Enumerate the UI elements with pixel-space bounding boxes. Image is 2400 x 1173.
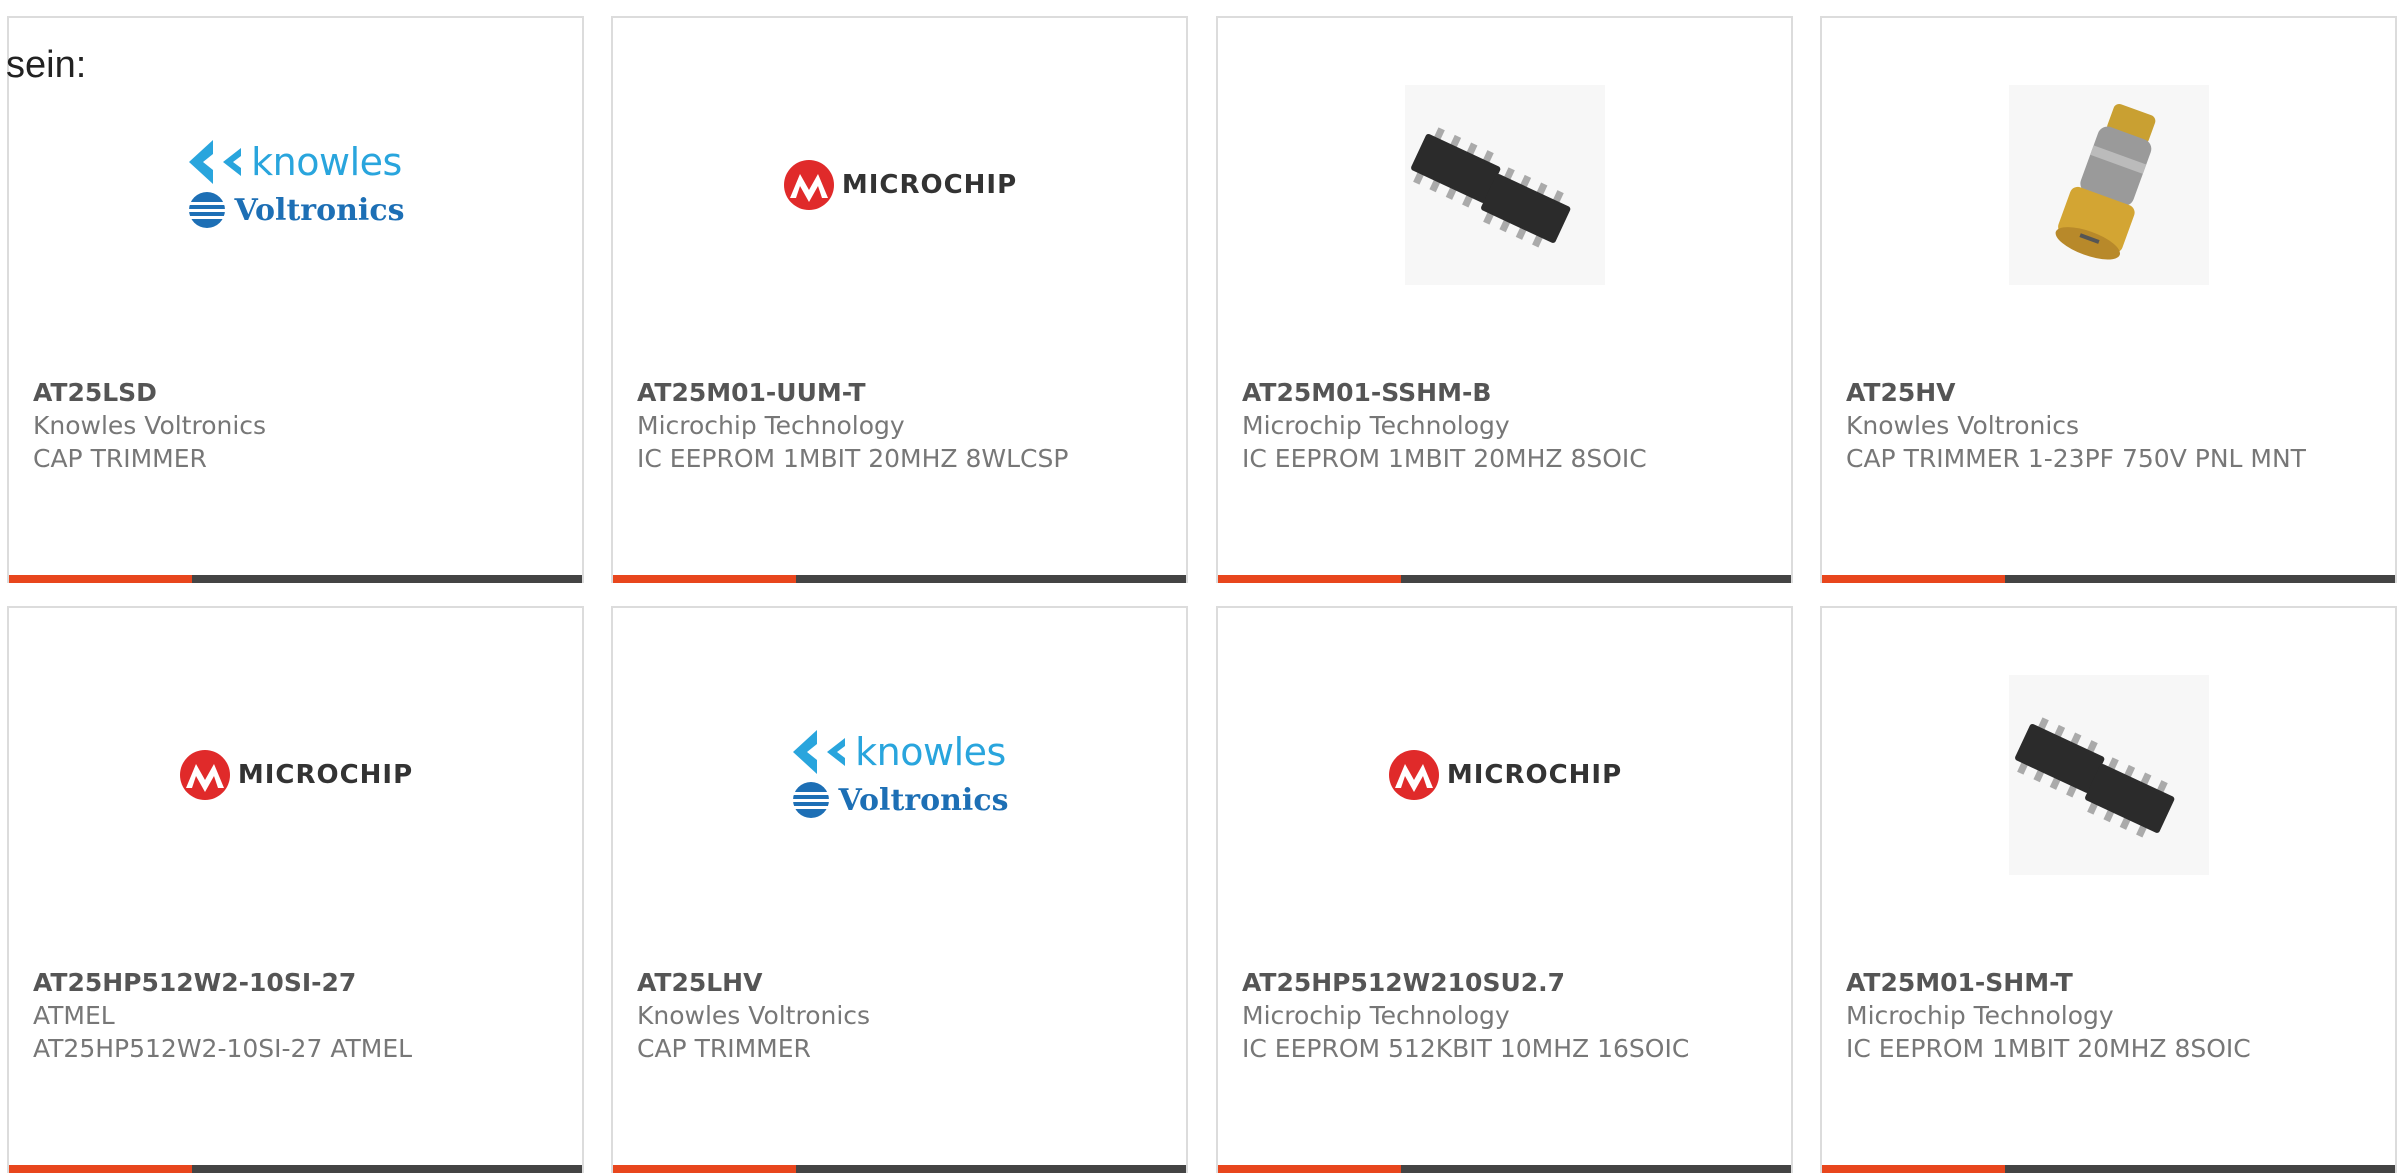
product-manufacturer: Microchip Technology [1242,1001,1510,1030]
product-info: AT25M01-SSHM-B Microchip Technology IC E… [1242,376,1712,475]
product-description: IC EEPROM 512KBIT 10MHZ 16SOIC [1242,1034,1690,1063]
product-description: CAP TRIMMER 1-23PF 750V PNL MNT [1846,444,2306,473]
product-image[interactable]: MICROCHIP [1388,670,1621,880]
product-image[interactable] [2004,670,2214,880]
card-bottom-bar [1218,575,1791,583]
product-card[interactable]: MICROCHIP AT25HP512W210SU2.7 Microchip T… [1216,606,1793,1173]
intro-text: sein: [6,44,87,86]
voltronics-globe-icon [792,782,829,818]
product-card[interactable]: MICROCHIP AT25M01-UUM-T Microchip Techno… [611,16,1188,583]
product-image[interactable] [2004,80,2214,290]
product-card[interactable]: AT25M01-SHM-T Microchip Technology IC EE… [1820,606,2397,1173]
knowles-chevrons-icon [189,140,242,184]
product-image[interactable]: knowles Voltronics [188,80,404,290]
product-grid: knowles Voltronics AT25LSD Knowles Voltr… [0,0,2400,1173]
soic-chip-photo [2008,675,2209,875]
card-accent-bar [1822,1165,2005,1173]
product-part-number[interactable]: AT25M01-UUM-T [637,376,1107,409]
product-info: AT25M01-SHM-T Microchip Technology IC EE… [1846,966,2316,1065]
product-manufacturer: Microchip Technology [1846,1001,2114,1030]
voltronics-globe-icon [188,192,225,228]
product-info: AT25LHV Knowles Voltronics CAP TRIMMER [637,966,1107,1065]
card-accent-bar [1822,575,2005,583]
product-manufacturer: Knowles Voltronics [33,411,267,440]
knowles-voltronics-logo: knowles Voltronics [791,730,1008,820]
product-info: AT25HV Knowles Voltronics CAP TRIMMER 1-… [1846,376,2316,475]
product-description: CAP TRIMMER [33,444,207,473]
product-card[interactable]: MICROCHIP AT25HP512W2-10SI-27 ATMEL AT25… [7,606,584,1173]
card-accent-bar [9,575,192,583]
product-card[interactable]: knowles Voltronics AT25LSD Knowles Voltr… [7,16,584,583]
card-bottom-bar [1822,1165,2395,1173]
product-description: IC EEPROM 1MBIT 20MHZ 8SOIC [1242,444,1647,473]
microchip-logo: MICROCHIP [178,748,413,802]
product-info: AT25HP512W210SU2.7 Microchip Technology … [1242,966,1712,1065]
card-bottom-bar [1822,575,2395,583]
product-part-number[interactable]: AT25M01-SHM-T [1846,966,2316,999]
product-part-number[interactable]: AT25LSD [33,376,503,409]
product-manufacturer: Microchip Technology [637,411,905,440]
product-part-number[interactable]: AT25HP512W2-10SI-27 [33,966,503,999]
microchip-logo: MICROCHIP [1387,748,1622,802]
product-manufacturer: ATMEL [33,1001,115,1030]
product-image[interactable]: knowles Voltronics [792,670,1008,880]
product-part-number[interactable]: AT25LHV [637,966,1107,999]
card-accent-bar [9,1165,192,1173]
card-bottom-bar [613,575,1186,583]
card-bottom-bar [9,1165,582,1173]
product-part-number[interactable]: AT25HP512W210SU2.7 [1242,966,1712,999]
microchip-emblem-icon [1388,750,1439,800]
microchip-emblem-icon [783,160,834,210]
product-info: AT25M01-UUM-T Microchip Technology IC EE… [637,376,1107,475]
product-card[interactable]: AT25HV Knowles Voltronics CAP TRIMMER 1-… [1820,16,2397,583]
knowles-voltronics-logo: knowles Voltronics [187,140,404,230]
product-image[interactable] [1400,80,1610,290]
microchip-emblem-icon [179,750,230,800]
product-info: AT25HP512W2-10SI-27 ATMEL AT25HP512W2-10… [33,966,503,1065]
product-description: AT25HP512W2-10SI-27 ATMEL [33,1034,413,1063]
product-image[interactable]: MICROCHIP [179,670,412,880]
product-manufacturer: Knowles Voltronics [637,1001,871,1030]
card-accent-bar [613,575,796,583]
product-manufacturer: Knowles Voltronics [1846,411,2080,440]
product-part-number[interactable]: AT25M01-SSHM-B [1242,376,1712,409]
product-description: IC EEPROM 1MBIT 20MHZ 8SOIC [1846,1034,2251,1063]
product-card[interactable]: knowles Voltronics AT25LHV Knowles Voltr… [611,606,1188,1173]
card-accent-bar [613,1165,796,1173]
product-info: AT25LSD Knowles Voltronics CAP TRIMMER [33,376,503,475]
knowles-chevrons-icon [793,730,846,774]
card-accent-bar [1218,1165,1401,1173]
card-accent-bar [1218,575,1401,583]
product-manufacturer: Microchip Technology [1242,411,1510,440]
trimmer-capacitor-photo [2008,85,2209,285]
microchip-logo: MICROCHIP [782,158,1017,212]
card-bottom-bar [1218,1165,1791,1173]
soic-chip-photo [1404,85,1605,285]
product-image[interactable]: MICROCHIP [783,80,1016,290]
card-bottom-bar [9,575,582,583]
product-part-number[interactable]: AT25HV [1846,376,2316,409]
product-description: IC EEPROM 1MBIT 20MHZ 8WLCSP [637,444,1069,473]
product-card[interactable]: AT25M01-SSHM-B Microchip Technology IC E… [1216,16,1793,583]
card-bottom-bar [613,1165,1186,1173]
product-description: CAP TRIMMER [637,1034,811,1063]
